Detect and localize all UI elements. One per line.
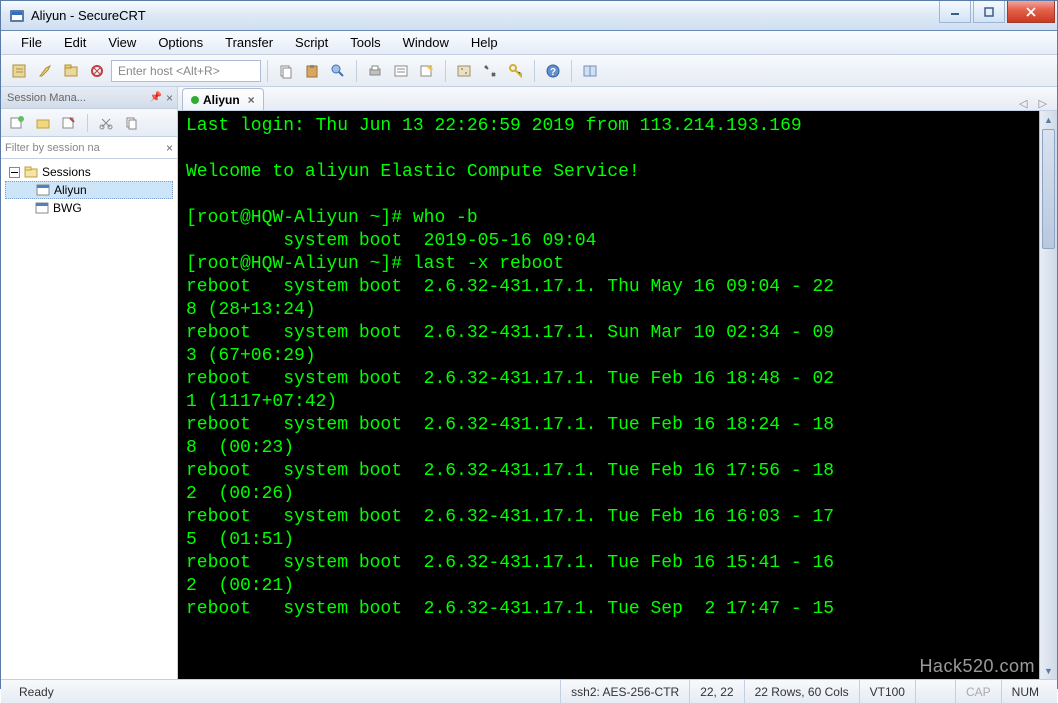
tab-aliyun[interactable]: Aliyun × xyxy=(182,88,264,110)
title-bar: Aliyun - SecureCRT xyxy=(1,1,1057,31)
menu-help[interactable]: Help xyxy=(461,32,508,53)
tree-root-label: Sessions xyxy=(42,165,91,179)
app-icon xyxy=(9,8,25,24)
connect-tab-icon[interactable] xyxy=(59,59,83,83)
session-icon xyxy=(35,201,49,215)
terminal[interactable]: Last login: Thu Jun 13 22:26:59 2019 fro… xyxy=(178,111,1039,679)
tab-label: Aliyun xyxy=(203,93,240,107)
sidebar-filter[interactable]: Filter by session na × xyxy=(1,137,177,159)
sidebar-title: Session Mana... xyxy=(7,92,86,104)
main-area: Aliyun × ◁ ▷ Last login: Thu Jun 13 22:2… xyxy=(178,87,1057,679)
tab-close-icon[interactable]: × xyxy=(248,93,255,107)
menu-view[interactable]: View xyxy=(98,32,146,53)
window-title: Aliyun - SecureCRT xyxy=(31,8,939,23)
menu-file[interactable]: File xyxy=(11,32,52,53)
minimize-button[interactable] xyxy=(939,1,971,23)
session-manager-icon[interactable] xyxy=(7,59,31,83)
svg-text:?: ? xyxy=(550,67,556,78)
new-session-icon[interactable] xyxy=(5,112,29,134)
options-icon[interactable] xyxy=(452,59,476,83)
sidebar-header: Session Mana... 📌 × xyxy=(1,87,177,109)
host-input[interactable]: Enter host <Alt+R> xyxy=(111,60,261,82)
close-button[interactable] xyxy=(1007,1,1055,23)
tree-item-label: BWG xyxy=(53,201,82,215)
copy-icon[interactable] xyxy=(274,59,298,83)
status-cap: CAP xyxy=(955,680,1001,703)
new-folder-icon[interactable] xyxy=(31,112,55,134)
host-placeholder-text: Enter host <Alt+R> xyxy=(118,64,220,78)
tree-root[interactable]: Sessions xyxy=(5,163,173,181)
tools-icon[interactable] xyxy=(478,59,502,83)
paste-icon[interactable] xyxy=(300,59,324,83)
tree-item-label: Aliyun xyxy=(54,183,87,197)
status-dot-icon xyxy=(191,96,199,104)
maximize-button[interactable] xyxy=(973,1,1005,23)
menu-options[interactable]: Options xyxy=(148,32,213,53)
filter-placeholder: Filter by session na xyxy=(5,142,100,154)
tree-item-aliyun[interactable]: Aliyun xyxy=(5,181,173,199)
help-icon[interactable]: ? xyxy=(541,59,565,83)
scrollbar-thumb[interactable] xyxy=(1042,129,1055,249)
status-cursor: 22, 22 xyxy=(689,680,743,703)
menu-script[interactable]: Script xyxy=(285,32,338,53)
find-icon[interactable] xyxy=(326,59,350,83)
edit-session-icon[interactable] xyxy=(57,112,81,134)
status-size: 22 Rows, 60 Cols xyxy=(744,680,859,703)
tab-bar: Aliyun × ◁ ▷ xyxy=(178,87,1057,111)
properties-icon[interactable] xyxy=(389,59,413,83)
session-icon xyxy=(36,183,50,197)
status-cipher: ssh2: AES-256-CTR xyxy=(560,680,689,703)
menu-tools[interactable]: Tools xyxy=(340,32,390,53)
sidebar-close-icon[interactable]: × xyxy=(166,91,173,105)
print-icon[interactable] xyxy=(363,59,387,83)
filter-clear-icon[interactable]: × xyxy=(166,141,173,155)
new-session-icon[interactable] xyxy=(415,59,439,83)
folder-icon xyxy=(24,165,38,179)
status-emulation: VT100 xyxy=(859,680,915,703)
toggle-icon[interactable] xyxy=(578,59,602,83)
cut-icon[interactable] xyxy=(94,112,118,134)
sidebar-toolbar xyxy=(1,109,177,137)
status-num: NUM xyxy=(1001,680,1049,703)
menu-transfer[interactable]: Transfer xyxy=(215,32,283,53)
key-icon[interactable] xyxy=(504,59,528,83)
vertical-scrollbar[interactable]: ▲ ▼ xyxy=(1039,111,1057,679)
quick-connect-icon[interactable] xyxy=(33,59,57,83)
collapse-icon[interactable] xyxy=(9,167,20,178)
pin-icon[interactable]: 📌 xyxy=(150,92,162,103)
reconnect-icon[interactable] xyxy=(85,59,109,83)
menu-bar: File Edit View Options Transfer Script T… xyxy=(1,31,1057,55)
main-toolbar: Enter host <Alt+R> ? xyxy=(1,55,1057,87)
menu-edit[interactable]: Edit xyxy=(54,32,96,53)
copy-session-icon[interactable] xyxy=(120,112,144,134)
status-ready: Ready xyxy=(9,680,560,703)
status-bar: Ready ssh2: AES-256-CTR 22, 22 22 Rows, … xyxy=(1,679,1057,703)
menu-window[interactable]: Window xyxy=(393,32,459,53)
session-manager-panel: Session Mana... 📌 × Filter by session na… xyxy=(1,87,178,679)
session-tree: Sessions Aliyun BWG xyxy=(1,159,177,679)
tree-item-bwg[interactable]: BWG xyxy=(5,199,173,217)
tab-nav-arrows[interactable]: ◁ ▷ xyxy=(1019,97,1051,110)
